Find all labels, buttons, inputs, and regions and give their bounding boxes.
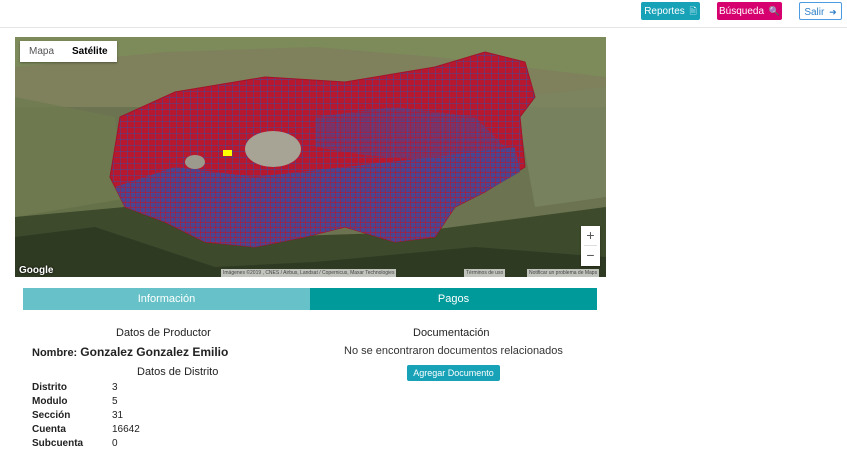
salir-button[interactable]: Salir ➜ xyxy=(799,2,842,20)
detail-value: 16642 xyxy=(112,424,140,435)
top-bar: Reportes 🗎 Búsqueda 🔍 Salir ➜ xyxy=(0,0,847,28)
zoom-out-button[interactable]: − xyxy=(581,246,600,265)
detail-value: 31 xyxy=(112,410,124,421)
name-value: Gonzalez Gonzalez Emilio xyxy=(80,345,229,359)
add-document-button[interactable]: Agregar Documento xyxy=(407,365,500,381)
map-type-mapa[interactable]: Mapa xyxy=(20,41,63,62)
busqueda-label: Búsqueda xyxy=(718,6,765,17)
map-type-satelite[interactable]: Satélite xyxy=(63,41,117,62)
detail-row-subcuenta: Subcuenta 0 xyxy=(32,438,118,449)
busqueda-button[interactable]: Búsqueda 🔍 xyxy=(717,2,782,20)
documentacion-section-title: Documentación xyxy=(413,327,490,339)
salir-label: Salir xyxy=(804,7,825,18)
detail-key: Sección xyxy=(32,410,71,421)
detail-value: 0 xyxy=(112,438,118,449)
detail-key: Subcuenta xyxy=(32,438,84,449)
logout-icon: ➜ xyxy=(829,7,837,17)
selected-parcel[interactable] xyxy=(223,150,232,156)
map-terms-link[interactable]: Términos de uso xyxy=(464,269,506,277)
tab-informacion[interactable]: Información xyxy=(23,288,310,310)
detail-row-distrito: Distrito 3 xyxy=(32,382,118,393)
detail-key: Cuenta xyxy=(32,424,66,435)
no-documents-message: No se encontraron documentos relacionado… xyxy=(344,345,563,357)
reportes-label: Reportes xyxy=(644,6,685,17)
productor-name: Nombre: Gonzalez Gonzalez Emilio xyxy=(32,345,228,359)
detail-value: 5 xyxy=(112,396,118,407)
distrito-section-title: Datos de Distrito xyxy=(137,366,219,378)
tab-pagos[interactable]: Pagos xyxy=(310,288,597,310)
map-attribution: Imágenes ©2019 , CNES / Airbus, Landsat … xyxy=(221,269,397,277)
search-icon: 🔍 xyxy=(768,6,781,16)
detail-value: 3 xyxy=(112,382,118,393)
document-icon: 🗎 xyxy=(689,6,697,16)
detail-key: Modulo xyxy=(32,396,68,407)
map-imagery xyxy=(15,37,606,277)
zoom-control: + − xyxy=(581,226,600,266)
detail-tabs: Información Pagos xyxy=(23,288,597,310)
google-logo: Google xyxy=(19,265,54,276)
productor-section-title: Datos de Productor xyxy=(116,327,211,339)
zoom-in-button[interactable]: + xyxy=(581,226,600,245)
map-type-toggle: Mapa Satélite xyxy=(20,41,117,62)
detail-row-modulo: Modulo 5 xyxy=(32,396,118,407)
detail-key: Distrito xyxy=(32,382,67,393)
detail-row-seccion: Sección 31 xyxy=(32,410,123,421)
name-label: Nombre: xyxy=(32,347,78,359)
reportes-button[interactable]: Reportes 🗎 xyxy=(641,2,700,20)
map-report-link[interactable]: Notificar un problema de Maps xyxy=(527,269,600,277)
satellite-map[interactable]: Mapa Satélite + − Google Imágenes ©2019 … xyxy=(15,37,606,277)
detail-row-cuenta: Cuenta 16642 xyxy=(32,424,140,435)
